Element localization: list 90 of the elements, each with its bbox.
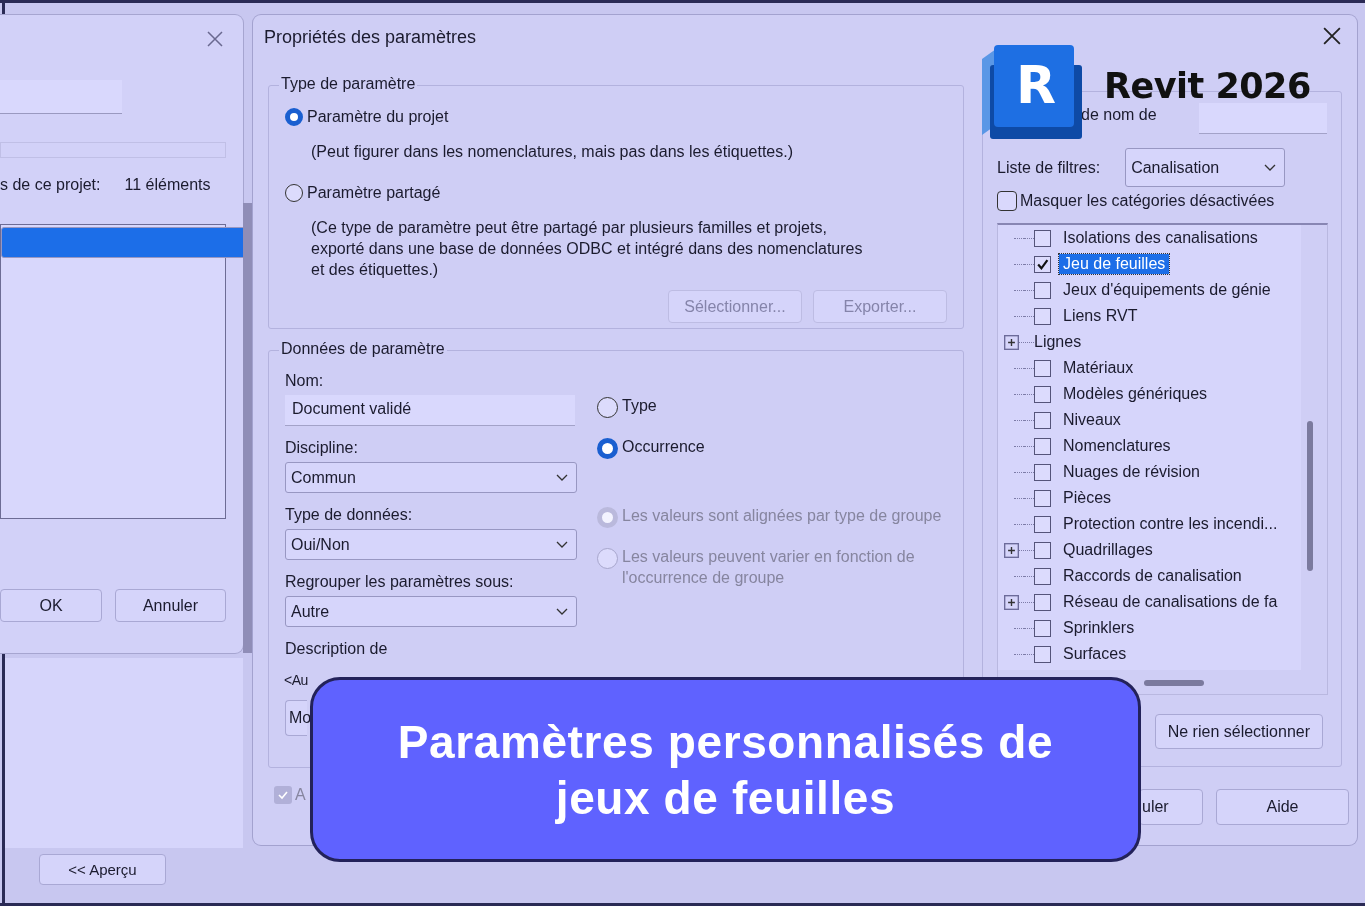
dialog-button[interactable]: Ne rien sélectionner [1154, 714, 1323, 749]
name-field[interactable]: Document validé [285, 395, 575, 426]
option-description: (Ce type de paramètre peut être partagé par plusieurs familles et projets, exporté dans une base de données ODBC et intégré dans des nomenclatures et des étiquettes.) [311, 218, 864, 280]
category-item[interactable]: Nuages de révision [1059, 462, 1204, 482]
checkmark-icon [1036, 257, 1049, 271]
category-item[interactable]: Pièces [1059, 488, 1116, 508]
preview-button[interactable]: << Aperçu [39, 854, 166, 885]
category-item[interactable]: Nomenclatures [1059, 436, 1175, 456]
logo-letter: R [1016, 55, 1057, 115]
checkbox[interactable] [1034, 385, 1051, 403]
checkbox[interactable] [1034, 489, 1051, 507]
checkbox[interactable] [1034, 229, 1051, 247]
text-field[interactable] [0, 80, 122, 114]
category-item[interactable]: Surfaces [1059, 644, 1131, 664]
radio-label: Paramètre partagé [307, 184, 441, 202]
field-label: Liste de filtres: [997, 158, 1101, 177]
dropdown[interactable]: Autre [285, 596, 577, 627]
group-title: Type de paramètre [279, 75, 418, 93]
category-item[interactable]: Sprinklers [1059, 618, 1139, 638]
checkbox[interactable] [1034, 593, 1051, 611]
category-group[interactable]: Lignes [1030, 332, 1086, 352]
checkbox[interactable] [1034, 359, 1051, 377]
checkbox[interactable] [1034, 281, 1051, 299]
description-text: <Au [284, 671, 308, 690]
dialog-button[interactable]: uler [1139, 789, 1203, 825]
option-description: (Peut figurer dans les nomenclatures, mais pas dans les étiquettes.) [311, 142, 795, 162]
checkbox[interactable] [997, 191, 1017, 211]
radio-label: Les valeurs peuvent varier en fonction de l'occurrence de groupe [622, 547, 916, 588]
radio-label: Occurrence [622, 438, 705, 456]
category-item[interactable]: Modèles génériques [1059, 384, 1212, 404]
count-value: 11 éléments [124, 176, 211, 194]
checkbox[interactable] [1034, 307, 1051, 325]
category-item[interactable]: Quadrillages [1059, 540, 1157, 560]
category-item[interactable]: Liens RVT [1059, 306, 1142, 326]
checkbox[interactable] [1034, 411, 1051, 429]
category-item[interactable]: Isolations des canalisations [1059, 228, 1262, 248]
category-item[interactable]: Jeu de feuilles [1059, 254, 1170, 274]
field-label: Nom: [285, 371, 324, 391]
category-item[interactable]: Protection contre les incendi... [1059, 514, 1282, 534]
radio-button[interactable] [597, 397, 618, 418]
field-label: Discipline: [285, 438, 358, 458]
chevron-icon [556, 540, 568, 549]
group-title: Données de paramètre [279, 340, 447, 358]
dialog-button[interactable]: Aide [1216, 789, 1349, 825]
dialog-button[interactable]: OK [0, 589, 102, 622]
category-item[interactable]: Matériaux [1059, 358, 1138, 378]
checkbox[interactable] [1034, 255, 1051, 273]
dropdown[interactable]: Canalisation [1125, 148, 1286, 187]
scrollbar[interactable] [1144, 680, 1204, 686]
radio-button[interactable] [285, 108, 303, 126]
radio-label: Paramètre du projet [307, 108, 449, 126]
checkbox[interactable] [1034, 645, 1051, 663]
field-label: Regrouper les paramètres sous: [285, 572, 514, 592]
category-item[interactable]: Jeux d'équipements de génie [1059, 280, 1275, 300]
checkmark-icon [277, 789, 289, 801]
radio-label: Les valeurs sont alignées par type de groupe [622, 506, 942, 526]
field-label: Type de données: [285, 505, 413, 525]
checkbox[interactable] [1034, 515, 1051, 533]
dropdown[interactable]: Oui/Non [285, 529, 577, 560]
field-label: de nom de [1081, 106, 1157, 124]
checkbox[interactable] [1034, 619, 1051, 637]
checkbox[interactable] [1034, 437, 1051, 455]
logo-text: Revit 2026 [1104, 68, 1311, 104]
expand-icon[interactable] [1004, 542, 1019, 558]
name-filter-field[interactable] [1199, 103, 1327, 134]
expand-icon[interactable] [1004, 594, 1019, 610]
checkbox[interactable] [1034, 567, 1051, 585]
radio-label: Type [622, 397, 657, 415]
category-item[interactable]: Réseau de canalisations de fa [1059, 592, 1282, 612]
expand-icon[interactable] [1004, 334, 1019, 350]
chevron-icon [1264, 163, 1277, 172]
chevron-icon [556, 473, 568, 482]
category-item[interactable]: Raccords de canalisation [1059, 566, 1246, 586]
chevron-icon [556, 607, 568, 616]
category-item[interactable]: Niveaux [1059, 410, 1125, 430]
close-icon[interactable] [1323, 27, 1341, 45]
checkbox[interactable] [1034, 463, 1051, 481]
scrollbar[interactable] [1307, 421, 1313, 571]
checkbox-label: A [295, 786, 306, 804]
dropdown[interactable]: Commun [285, 462, 577, 493]
radio-button[interactable] [285, 184, 303, 202]
radio-button[interactable] [597, 438, 618, 459]
count-label: s de ce projet: [0, 176, 101, 194]
window-title: Propriétés des paramètres [264, 26, 477, 48]
logo-mark-icon [982, 45, 1082, 139]
dialog-button[interactable]: Annuler [115, 589, 226, 622]
checkbox[interactable] [1034, 541, 1051, 559]
checkbox-label: Masquer les catégories désactivées [1020, 192, 1275, 210]
field-label: Description de [285, 639, 388, 659]
banner-title: Paramètres personnalisés de jeux de feuilles [396, 714, 1055, 826]
